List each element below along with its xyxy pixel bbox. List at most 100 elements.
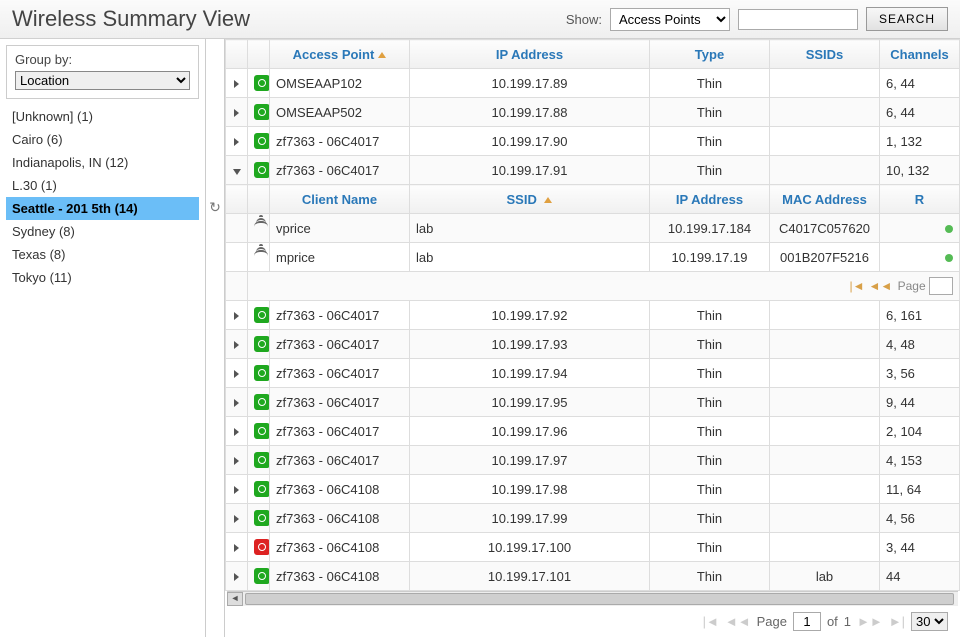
col-mac[interactable]: MAC Address: [770, 185, 880, 214]
search-input[interactable]: [738, 9, 858, 30]
sub-table-row[interactable]: mpricelab10.199.17.19001B207F5216: [226, 243, 960, 272]
sidebar-item[interactable]: Texas (8): [6, 243, 199, 266]
table-row[interactable]: zf7363 - 06C401710.199.17.93Thin4, 48: [226, 330, 960, 359]
expand-icon[interactable]: [234, 515, 239, 523]
sub-pager-first-icon[interactable]: |◄: [850, 279, 865, 293]
sort-icon: [540, 192, 552, 207]
col-ssids[interactable]: SSIDs: [770, 40, 880, 69]
refresh-icon[interactable]: ↻: [209, 199, 221, 216]
col-ssid[interactable]: SSID: [410, 185, 650, 214]
col-client-ip[interactable]: IP Address: [650, 185, 770, 214]
table-row[interactable]: OMSEAAP10210.199.17.89Thin6, 44: [226, 69, 960, 98]
cell-type: Thin: [650, 504, 770, 533]
scroll-thumb[interactable]: [245, 593, 954, 605]
table-row[interactable]: zf7363 - 06C410810.199.17.100Thin3, 44: [226, 533, 960, 562]
ap-status-icon: [254, 394, 270, 410]
pager-label: Page: [757, 614, 787, 629]
pager-size-select[interactable]: 30: [911, 612, 948, 631]
table-row[interactable]: zf7363 - 06C401710.199.17.94Thin3, 56: [226, 359, 960, 388]
sidebar-item[interactable]: Sydney (8): [6, 220, 199, 243]
expand-icon[interactable]: [234, 486, 239, 494]
table-row[interactable]: zf7363 - 06C401710.199.17.95Thin9, 44: [226, 388, 960, 417]
expand-icon[interactable]: [234, 573, 239, 581]
show-controls: Show: Access Points SEARCH: [566, 7, 948, 31]
table-row[interactable]: zf7363 - 06C401710.199.17.91Thin10, 132: [226, 156, 960, 185]
sub-pager-label: Page: [898, 279, 926, 293]
sidebar-item[interactable]: [Unknown] (1): [6, 105, 199, 128]
table-row[interactable]: zf7363 - 06C401710.199.17.92Thin6, 161: [226, 301, 960, 330]
expand-icon[interactable]: [234, 341, 239, 349]
sidebar-item[interactable]: Seattle - 201 5th (14): [6, 197, 199, 220]
table-row[interactable]: zf7363 - 06C410810.199.17.98Thin11, 64: [226, 475, 960, 504]
expand-icon[interactable]: [234, 370, 239, 378]
sub-pager-input[interactable]: [929, 277, 953, 295]
sidebar-item[interactable]: Tokyo (11): [6, 266, 199, 289]
table-row[interactable]: zf7363 - 06C410810.199.17.101Thinlab44: [226, 562, 960, 591]
search-button[interactable]: SEARCH: [866, 7, 948, 31]
expand-icon[interactable]: [234, 138, 239, 146]
cell-channels: 9, 44: [880, 388, 960, 417]
sub-table-row[interactable]: vpricelab10.199.17.184C4017C057620: [226, 214, 960, 243]
ap-status-icon: [254, 423, 270, 439]
expand-icon[interactable]: [234, 109, 239, 117]
cell-ssids: [770, 417, 880, 446]
cell-channels: 44: [880, 562, 960, 591]
pager-first-icon[interactable]: |◄: [703, 614, 719, 629]
pager-page-input[interactable]: [793, 612, 821, 631]
cell-ip: 10.199.17.97: [410, 446, 650, 475]
expand-icon[interactable]: [234, 428, 239, 436]
table-row[interactable]: zf7363 - 06C401710.199.17.96Thin2, 104: [226, 417, 960, 446]
sidebar-item[interactable]: Cairo (6): [6, 128, 199, 151]
col-channels[interactable]: Channels: [880, 40, 960, 69]
cell-type: Thin: [650, 446, 770, 475]
expand-icon[interactable]: [233, 169, 241, 175]
col-r[interactable]: R: [880, 185, 960, 214]
cell-channels: 6, 44: [880, 69, 960, 98]
sub-pager-prev-icon[interactable]: ◄◄: [869, 279, 893, 293]
col-ip-address[interactable]: IP Address: [410, 40, 650, 69]
expand-icon[interactable]: [234, 544, 239, 552]
cell-channels: 4, 56: [880, 504, 960, 533]
group-by-select[interactable]: Location: [15, 71, 190, 90]
main: Group by: Location [Unknown] (1)Cairo (6…: [0, 39, 960, 637]
expand-icon[interactable]: [234, 457, 239, 465]
cell-ssids: [770, 69, 880, 98]
show-label: Show:: [566, 12, 602, 27]
content: Access Point IP Address Type SSIDs Chann…: [225, 39, 960, 637]
col-type[interactable]: Type: [650, 40, 770, 69]
ap-status-icon: [254, 481, 270, 497]
cell-ssids: [770, 475, 880, 504]
show-select[interactable]: Access Points: [610, 8, 730, 31]
cell-channels: 4, 48: [880, 330, 960, 359]
pager-prev-icon[interactable]: ◄◄: [725, 614, 751, 629]
pager: |◄ ◄◄ Page of 1 ►► ►| 30: [225, 606, 960, 637]
pager-next-icon[interactable]: ►►: [857, 614, 883, 629]
cell-ap: zf7363 - 06C4108: [270, 475, 410, 504]
col-access-point[interactable]: Access Point: [270, 40, 410, 69]
table-row[interactable]: zf7363 - 06C401710.199.17.97Thin4, 153: [226, 446, 960, 475]
table-row[interactable]: zf7363 - 06C410810.199.17.99Thin4, 56: [226, 504, 960, 533]
cell-ssids: [770, 388, 880, 417]
sidebar-item[interactable]: Indianapolis, IN (12): [6, 151, 199, 174]
cell-ssid: lab: [410, 214, 650, 243]
cell-ap: OMSEAAP502: [270, 98, 410, 127]
group-list: [Unknown] (1)Cairo (6)Indianapolis, IN (…: [6, 105, 199, 289]
ap-status-icon: [254, 307, 270, 323]
client-icon: [254, 221, 268, 233]
expand-icon[interactable]: [234, 80, 239, 88]
expand-icon[interactable]: [234, 399, 239, 407]
cell-ip: 10.199.17.94: [410, 359, 650, 388]
cell-mac: 001B207F5216: [770, 243, 880, 272]
cell-client-ip: 10.199.17.19: [650, 243, 770, 272]
cell-client-ip: 10.199.17.184: [650, 214, 770, 243]
pager-last-icon[interactable]: ►|: [889, 614, 905, 629]
col-client-name[interactable]: Client Name: [270, 185, 410, 214]
table-row[interactable]: OMSEAAP50210.199.17.88Thin6, 44: [226, 98, 960, 127]
scroll-left-button[interactable]: ◄: [227, 592, 243, 606]
table-row[interactable]: zf7363 - 06C401710.199.17.90Thin1, 132: [226, 127, 960, 156]
cell-ip: 10.199.17.101: [410, 562, 650, 591]
expand-icon[interactable]: [234, 312, 239, 320]
cell-type: Thin: [650, 127, 770, 156]
horizontal-scrollbar[interactable]: ◄: [227, 591, 958, 606]
sidebar-item[interactable]: L.30 (1): [6, 174, 199, 197]
